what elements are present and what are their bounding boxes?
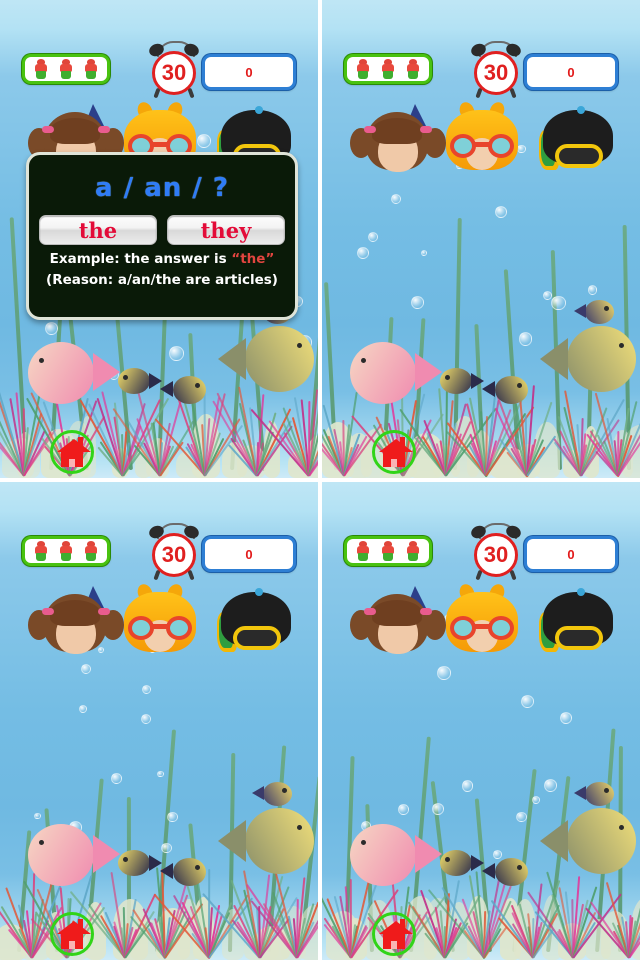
life-icon [356, 541, 370, 561]
life-icon [34, 541, 48, 561]
home-button[interactable] [372, 430, 416, 474]
life-icon [84, 541, 98, 561]
life-icon [381, 541, 395, 561]
game-screen-2: 30 0 Welcome to the Shooting Game. Each … [322, 0, 640, 478]
bubble [167, 811, 178, 823]
life-icon [406, 59, 420, 79]
lives-indicator [344, 54, 432, 84]
score-display: 0 [202, 54, 296, 90]
score-display: 0 [524, 54, 618, 90]
fish-small-yellow [482, 858, 528, 886]
black-cap-goggles-head [215, 588, 297, 654]
girl-pigtails-head [350, 104, 446, 172]
lives-indicator [22, 54, 110, 84]
character-heads [0, 582, 318, 654]
fish-small-yellow [574, 782, 614, 806]
fish-large-yellow [540, 808, 636, 874]
fish-small-yellow [118, 850, 162, 876]
girl-pigtails-head [350, 586, 446, 654]
bubble [587, 285, 598, 295]
orange-diver-helmet-head [442, 582, 522, 654]
score-display: 0 [202, 536, 296, 572]
alarm-clock-icon: 30 [147, 40, 201, 99]
black-cap-goggles-head [537, 588, 619, 654]
fish-small-yellow [440, 850, 484, 876]
orange-diver-helmet-head [442, 100, 522, 172]
timer-value: 30 [152, 533, 196, 577]
girl-pigtails-head [28, 586, 124, 654]
life-icon [406, 541, 420, 561]
example-prefix: Example: the answer is [49, 251, 232, 267]
game-screen-4: 30 0 Choose the best answer for each que… [322, 482, 640, 960]
fish-large-pink [28, 342, 120, 404]
black-cap-goggles-head [537, 106, 619, 172]
home-button[interactable] [372, 912, 416, 956]
bubble [140, 713, 151, 724]
bubble [521, 694, 535, 708]
life-icon [59, 541, 73, 561]
life-icon [381, 59, 395, 79]
orange-diver-helmet-head [120, 582, 200, 654]
fish-large-yellow [218, 808, 314, 874]
hud-bar: 30 0 [322, 0, 640, 104]
bubble [461, 779, 474, 792]
bubble [110, 773, 122, 784]
bubble [169, 345, 184, 361]
fish-small-yellow [574, 300, 614, 324]
answer-options: the they [39, 215, 285, 245]
fish-small-yellow [160, 858, 206, 886]
bubble [518, 332, 533, 346]
alarm-clock-icon: 30 [147, 522, 201, 581]
fish-large-pink [350, 824, 442, 886]
life-icon [84, 59, 98, 79]
home-button[interactable] [50, 912, 94, 956]
bubble [410, 295, 424, 309]
fish-small-yellow [160, 376, 206, 404]
hud-bar: 30 0 [322, 482, 640, 586]
timer-value: 30 [474, 51, 518, 95]
bubble [34, 812, 41, 820]
life-icon [356, 59, 370, 79]
horizontal-divider [0, 478, 640, 482]
home-button[interactable] [50, 430, 94, 474]
fish-small-yellow [482, 376, 528, 404]
bubble [437, 665, 451, 680]
alarm-clock-icon: 30 [469, 40, 523, 99]
fish-large-pink [28, 824, 120, 886]
score-display: 0 [524, 536, 618, 572]
bubble [560, 711, 573, 724]
timer-value: 30 [474, 533, 518, 577]
character-heads [322, 582, 640, 654]
fish-large-pink [350, 342, 442, 404]
article-question-card: a / an / ? the they Example: the answer … [26, 152, 298, 320]
example-text: Example: the answer is “the” [39, 251, 285, 268]
option-button[interactable]: they [167, 215, 285, 245]
screenshot-collage: 30 0 a / an / ? the they Example: the an… [0, 0, 640, 960]
character-heads [322, 100, 640, 172]
fish-small-yellow [252, 782, 292, 806]
option-button[interactable]: the [39, 215, 157, 245]
reason-text: (Reason: a/an/the are articles) [46, 271, 278, 288]
fish-small-yellow [440, 368, 484, 394]
hud-bar: 30 0 [0, 0, 318, 104]
fish-large-yellow [218, 326, 314, 392]
game-screen-1: 30 0 a / an / ? the they Example: the an… [0, 0, 318, 478]
hud-bar: 30 0 [0, 482, 318, 586]
bubble [551, 296, 566, 311]
bubble [420, 249, 427, 257]
fish-small-yellow [118, 368, 162, 394]
game-screen-3: 30 0 Are you a number-smart kid? One + T… [0, 482, 318, 960]
life-icon [59, 59, 73, 79]
bubble [516, 811, 527, 823]
timer-value: 30 [152, 51, 196, 95]
example-answer: “the” [231, 251, 275, 267]
bubble [44, 321, 58, 336]
lives-indicator [344, 536, 432, 566]
question-text: a / an / ? [95, 173, 229, 203]
alarm-clock-icon: 30 [469, 522, 523, 581]
life-icon [34, 59, 48, 79]
lives-indicator [22, 536, 110, 566]
fish-large-yellow [540, 326, 636, 392]
